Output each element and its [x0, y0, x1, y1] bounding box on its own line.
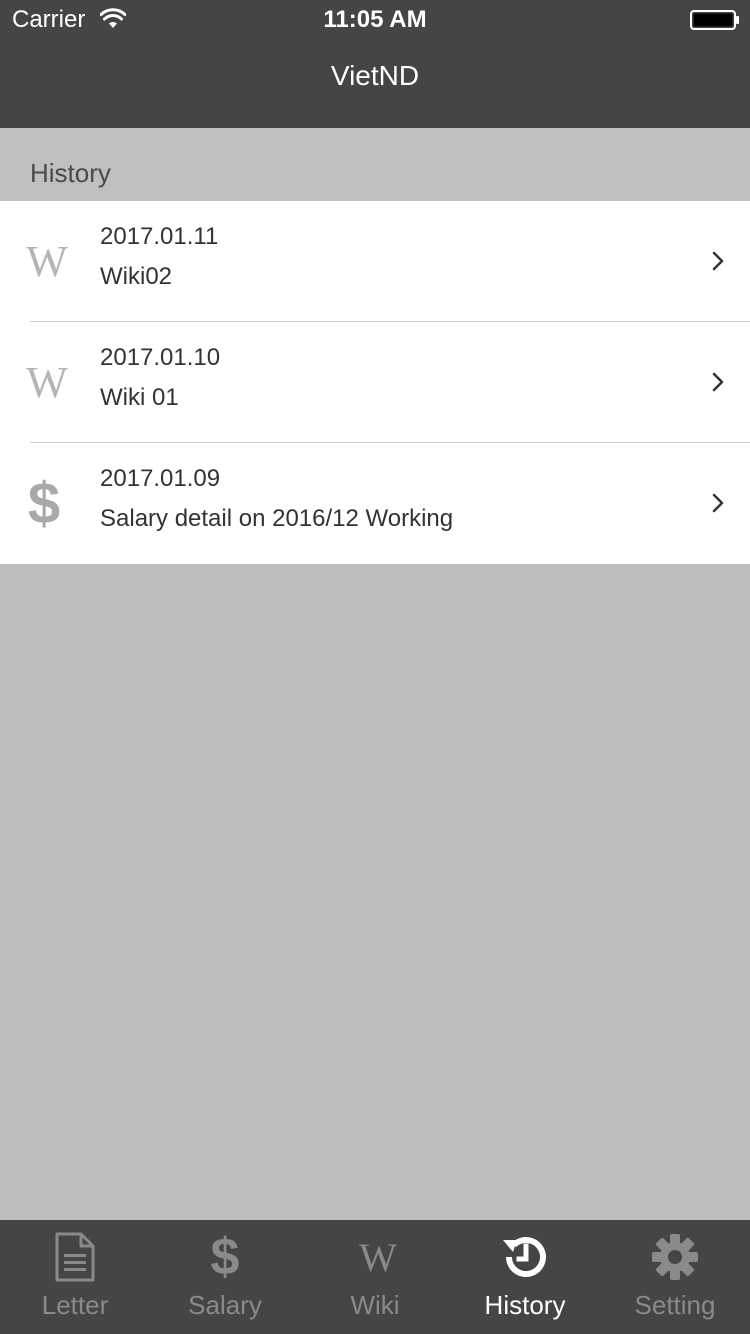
history-date: 2017.01.10 — [100, 344, 221, 371]
history-icon — [450, 1230, 600, 1284]
history-title: Wiki 01 — [100, 384, 179, 411]
tab-label: History — [484, 1290, 566, 1320]
chevron-right-icon — [712, 493, 724, 513]
status-time: 11:05 AM — [323, 6, 427, 33]
tab-history[interactable]: History — [450, 1220, 600, 1334]
tab-label: Setting — [634, 1290, 716, 1320]
history-row[interactable]: W 2017.01.11 Wiki02 — [0, 201, 750, 322]
tab-salary[interactable]: $ Salary — [150, 1220, 300, 1334]
section-header: History — [0, 128, 750, 201]
tab-label: Letter — [41, 1290, 109, 1320]
tab-label: Salary — [188, 1290, 262, 1320]
wiki-icon: W — [26, 357, 68, 407]
chevron-right-icon — [712, 372, 724, 392]
document-icon — [0, 1230, 150, 1284]
wiki-icon: W — [300, 1230, 450, 1284]
section-title: History — [30, 158, 111, 188]
history-date: 2017.01.09 — [100, 465, 221, 492]
chevron-right-icon — [712, 251, 724, 271]
dollar-icon: $ — [150, 1228, 300, 1286]
dollar-glyph: $ — [210, 1228, 240, 1286]
tab-setting[interactable]: Setting — [600, 1220, 750, 1334]
tab-bar: Letter $ Salary W Wiki History Setting — [0, 1220, 750, 1334]
tab-letter[interactable]: Letter — [0, 1220, 150, 1334]
navigation-bar: Carrier 11:05 AM VietND — [0, 0, 750, 128]
wiki-glyph: W — [359, 1234, 397, 1280]
tab-wiki[interactable]: W Wiki — [300, 1220, 450, 1334]
dollar-icon: $ — [27, 470, 61, 536]
tab-label: Wiki — [350, 1290, 400, 1320]
history-row[interactable]: W 2017.01.10 Wiki 01 — [0, 322, 750, 443]
page-title: VietND — [330, 60, 420, 91]
history-row[interactable]: $ 2017.01.09 Salary detail on 2016/12 Wo… — [0, 443, 750, 564]
wiki-icon: W — [26, 236, 68, 286]
battery-icon — [690, 10, 739, 30]
history-list: W 2017.01.11 Wiki02 W 2017.01.10 Wiki 01… — [0, 201, 750, 564]
history-date: 2017.01.11 — [100, 223, 219, 250]
history-title: Salary detail on 2016/12 Working — [100, 505, 454, 532]
app-screen: Carrier 11:05 AM VietND History W 2017.0… — [0, 0, 750, 1334]
status-bar: Carrier 11:05 AM — [0, 0, 750, 40]
gear-icon — [600, 1230, 750, 1284]
history-title: Wiki02 — [100, 263, 173, 290]
